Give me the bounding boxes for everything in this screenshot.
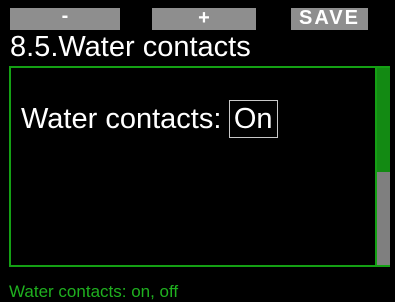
settings-panel xyxy=(9,66,390,267)
page-title: 8.5.Water contacts xyxy=(10,31,251,63)
setting-value-field[interactable]: On xyxy=(228,100,278,138)
scrollbar[interactable] xyxy=(377,68,390,265)
increase-button[interactable]: + xyxy=(152,8,256,30)
options-hint: Water contacts: on, off xyxy=(9,282,179,301)
scrollbar-thumb[interactable] xyxy=(377,68,390,172)
softkey-bar: - + SAVE xyxy=(0,0,395,30)
setting-row-water-contacts[interactable]: Water contacts: On xyxy=(21,100,278,138)
decrease-button[interactable]: - xyxy=(10,8,120,30)
setting-label: Water contacts: xyxy=(21,103,222,135)
save-button[interactable]: SAVE xyxy=(291,8,368,30)
